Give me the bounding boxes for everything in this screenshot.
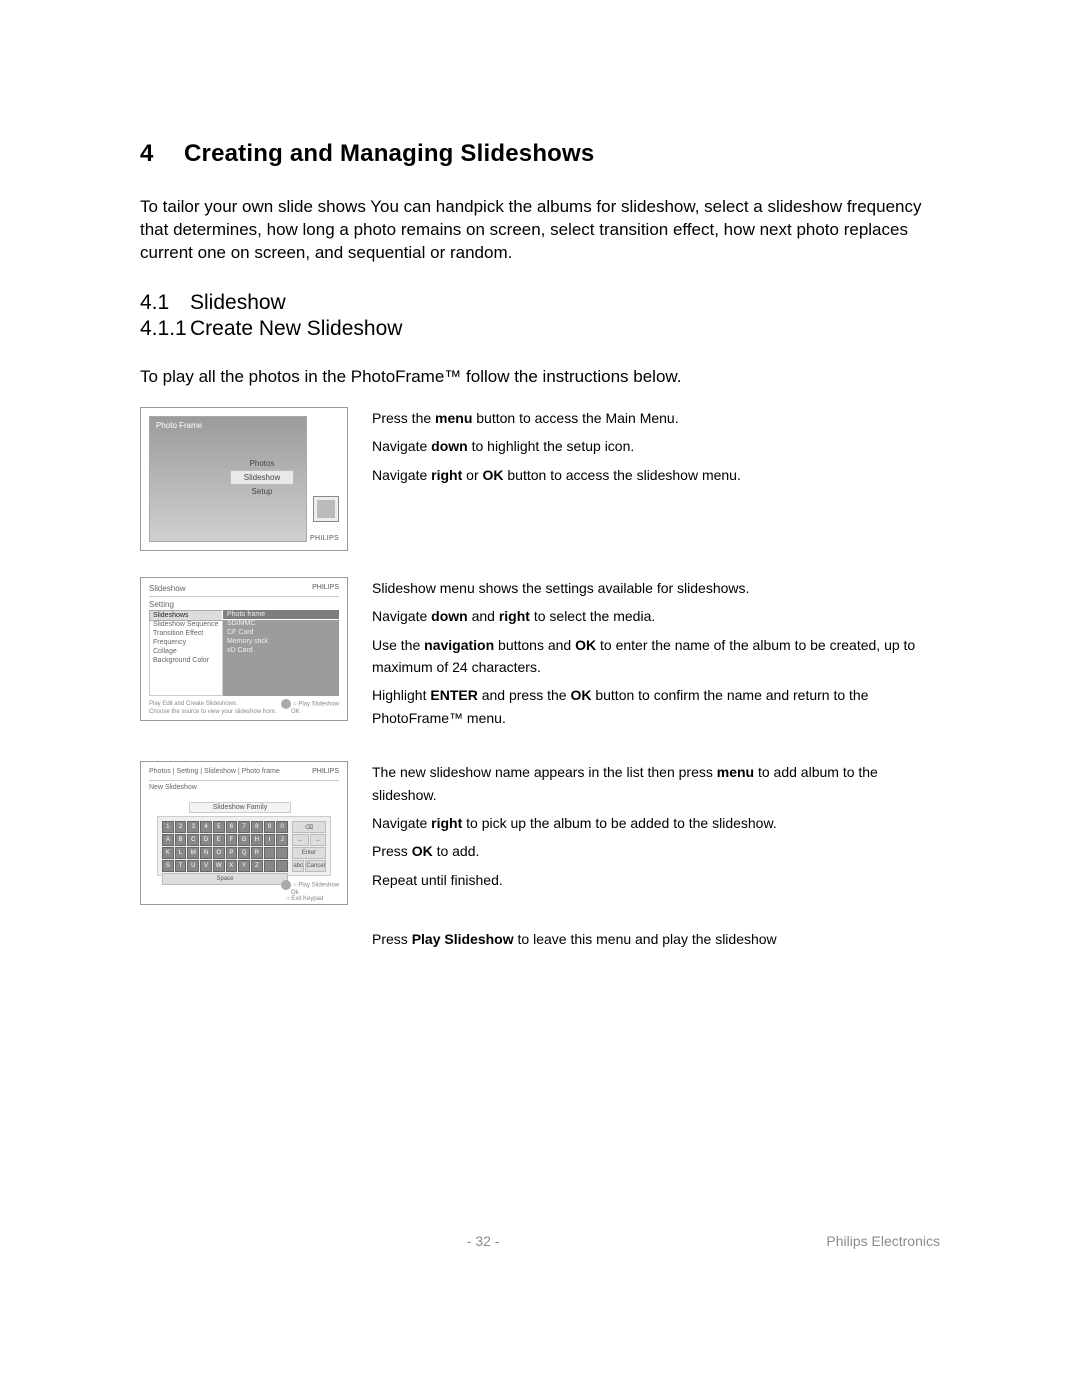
key: 1 <box>162 821 174 833</box>
lead-paragraph: To play all the photos in the PhotoFrame… <box>140 367 940 387</box>
menu-item-slideshow: Slideshow <box>230 470 294 485</box>
list-item: Slideshow Sequence <box>150 620 222 629</box>
brand-label: PHILIPS <box>312 584 339 591</box>
right-key: → <box>310 834 327 846</box>
subsection-number: 4.1.1 <box>140 317 190 341</box>
backspace-key: ⌫ <box>292 821 326 833</box>
page-footer: - 32 - Philips Electronics <box>140 1233 940 1249</box>
chapter-number: 4 <box>140 140 184 168</box>
chapter-heading: 4Creating and Managing Slideshows <box>140 140 940 168</box>
frame-title: Photo Frame <box>156 421 202 430</box>
menu-item-setup: Setup <box>230 485 294 498</box>
new-slideshow-label: New Slideshow <box>149 784 197 791</box>
list-item: Transition Effect <box>150 629 222 638</box>
section-title: Slideshow <box>190 291 286 314</box>
section-number: 4.1 <box>140 291 190 315</box>
page-number: - 32 - <box>467 1233 500 1249</box>
steps-2: Slideshow menu shows the settings availa… <box>372 577 940 735</box>
left-key: ← <box>292 834 309 846</box>
name-field: Slideshow Family <box>189 802 291 813</box>
control-pad-icon <box>281 699 291 709</box>
chapter-title: Creating and Managing Slideshows <box>184 140 594 167</box>
steps-3: The new slideshow name appears in the li… <box>372 761 940 897</box>
abc-key: abc <box>292 860 304 872</box>
list-item: Collage <box>150 647 222 656</box>
list-item: xD Card <box>223 646 339 655</box>
subsection-heading: 4.1.1Create New Slideshow <box>140 317 940 341</box>
list-item: Background Color <box>150 656 222 665</box>
menu-item-photos: Photos <box>230 457 294 470</box>
list-item: Memory stick <box>223 637 339 646</box>
instruction-row-3: Photos | Setting | Slideshow | Photo fra… <box>140 761 940 905</box>
section-label: Setting <box>149 600 174 609</box>
thumbnail-icon <box>313 496 339 522</box>
brand-label: PHILIPS <box>312 768 339 775</box>
list-item: Frequency <box>150 638 222 647</box>
crumb: Photos | Setting | Slideshow | Photo fra… <box>149 768 280 775</box>
subsection-title: Create New Slideshow <box>190 317 402 340</box>
enter-key: Enter <box>292 847 326 859</box>
screenshot-keypad: Photos | Setting | Slideshow | Photo fra… <box>140 761 348 905</box>
instruction-row-1: Photo Frame Photos Slideshow Setup PHILI… <box>140 407 940 551</box>
section-heading: 4.1Slideshow <box>140 291 940 315</box>
crumb: Slideshow <box>149 584 185 593</box>
brand-label: PHILIPS <box>310 535 339 542</box>
onscreen-keyboard: 1234567890 ABCDEFGHIJ KLMNOPQR STUVWXYZ … <box>162 821 288 885</box>
screenshot-slideshow-settings: Slideshow PHILIPS Setting Slideshows Sli… <box>140 577 348 721</box>
space-key: Space <box>162 873 288 885</box>
list-item: SD/MMC <box>223 619 339 628</box>
footer-hint: Play Edit and Create Slideshows. Choose … <box>149 701 339 715</box>
steps-1: Press the menu button to access the Main… <box>372 407 940 492</box>
final-instruction: Press Play Slideshow to leave this menu … <box>372 931 940 947</box>
screenshot-main-menu: Photo Frame Photos Slideshow Setup PHILI… <box>140 407 348 551</box>
control-pad-icon <box>281 880 291 890</box>
company-name: Philips Electronics <box>826 1233 940 1249</box>
intro-paragraph: To tailor your own slide shows You can h… <box>140 196 940 265</box>
instruction-row-2: Slideshow PHILIPS Setting Slideshows Sli… <box>140 577 940 735</box>
cancel-key: Cancel <box>305 860 326 872</box>
list-item: CF Card <box>223 628 339 637</box>
